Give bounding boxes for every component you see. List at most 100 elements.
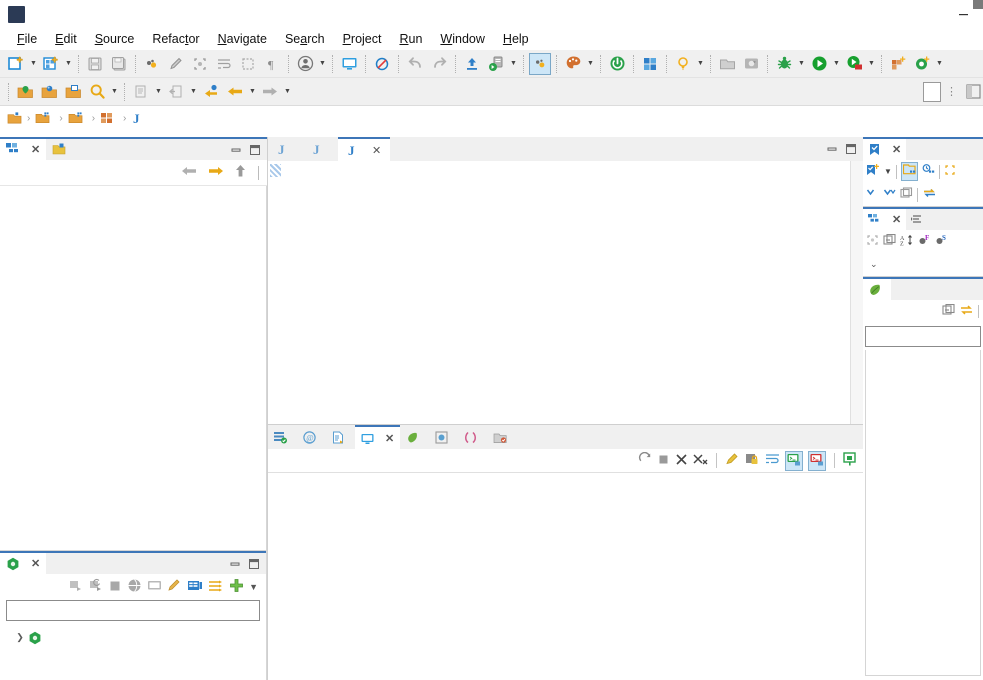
editor-tab-printspooler[interactable]: J bbox=[268, 137, 303, 161]
server-dropdown[interactable]: ▼ bbox=[508, 53, 519, 75]
menu-source[interactable]: Source bbox=[86, 30, 144, 48]
editor-fold-column[interactable] bbox=[307, 161, 319, 424]
undo-icon[interactable] bbox=[404, 53, 426, 75]
new-wizard-icon[interactable] bbox=[5, 53, 27, 75]
breadcrumb-item-src[interactable] bbox=[68, 111, 87, 125]
paragraph-icon[interactable]: ¶ bbox=[261, 53, 283, 75]
spring-explorer-filter-input[interactable] bbox=[865, 326, 981, 347]
debug-bug-icon[interactable] bbox=[773, 53, 795, 75]
user-dropdown[interactable]: ▼ bbox=[317, 53, 328, 75]
open-resource-green-icon[interactable] bbox=[14, 81, 36, 103]
new-task-icon[interactable] bbox=[866, 163, 880, 180]
tab-spring-explorer[interactable] bbox=[863, 279, 891, 300]
palette-dropdown[interactable]: ▼ bbox=[585, 53, 596, 75]
refresh-icon[interactable] bbox=[638, 451, 652, 469]
package-explorer-tree[interactable] bbox=[0, 186, 267, 550]
editor-tab-main[interactable]: J ✕ bbox=[338, 137, 391, 161]
tab-package-explorer[interactable]: ✕ bbox=[0, 139, 47, 160]
close-icon[interactable]: ✕ bbox=[372, 144, 381, 157]
console-display-icon[interactable] bbox=[338, 53, 360, 75]
chevron-right-icon[interactable]: ❯ bbox=[12, 632, 28, 643]
pin-console-icon[interactable] bbox=[808, 450, 826, 471]
breadcrumb-item-singleton[interactable] bbox=[35, 111, 54, 125]
open-type-icon[interactable] bbox=[716, 53, 738, 75]
remove-launch-icon[interactable] bbox=[675, 453, 688, 469]
remove-all-icon[interactable] bbox=[693, 453, 708, 469]
forward-arrow-icon[interactable] bbox=[206, 163, 225, 182]
hide-fields-icon[interactable]: F bbox=[918, 234, 931, 249]
perspective-icon[interactable] bbox=[639, 53, 661, 75]
view-menu-icon[interactable]: ⌄ bbox=[866, 259, 878, 270]
toggle-mark-icon[interactable] bbox=[529, 52, 551, 75]
forward-arrow-icon[interactable] bbox=[259, 81, 281, 103]
open-resource-blue-icon[interactable] bbox=[38, 81, 60, 103]
tab-console[interactable]: ✕ bbox=[355, 425, 401, 449]
restart-icon[interactable] bbox=[88, 578, 103, 596]
boot-dashboard-filter-input[interactable] bbox=[6, 600, 260, 621]
back-arrow-icon[interactable] bbox=[224, 81, 246, 103]
stop-icon[interactable] bbox=[108, 579, 122, 596]
menu-edit[interactable]: Edit bbox=[46, 30, 86, 48]
close-icon[interactable]: ✕ bbox=[892, 213, 901, 226]
properties-icon[interactable] bbox=[187, 579, 203, 596]
print-icon[interactable] bbox=[130, 81, 152, 103]
export-dropdown[interactable]: ▼ bbox=[188, 81, 199, 103]
tab-spring-annotation[interactable] bbox=[400, 425, 429, 449]
focus-icon[interactable] bbox=[189, 53, 211, 75]
save-all-icon[interactable] bbox=[108, 53, 130, 75]
collapse-all-icon[interactable] bbox=[942, 303, 955, 319]
upload-icon[interactable] bbox=[461, 53, 483, 75]
search-lightbulb-icon[interactable] bbox=[672, 53, 694, 75]
minimize-icon[interactable] bbox=[825, 143, 838, 156]
tab-minimap[interactable] bbox=[906, 209, 933, 230]
close-icon[interactable]: ✕ bbox=[31, 557, 40, 570]
tab-workspace[interactable] bbox=[487, 425, 517, 449]
menu-window[interactable]: Window bbox=[431, 30, 493, 48]
open-console-icon[interactable] bbox=[843, 452, 857, 469]
sort-icon[interactable]: AZ bbox=[900, 234, 914, 249]
minimize-icon[interactable] bbox=[229, 143, 242, 156]
tab-boot-dashboard[interactable]: ✕ bbox=[0, 553, 47, 574]
new-class-icon[interactable] bbox=[887, 53, 909, 75]
run-server-icon[interactable] bbox=[843, 53, 865, 75]
server-icon[interactable] bbox=[485, 53, 507, 75]
export-icon[interactable] bbox=[165, 81, 187, 103]
spring-explorer-tree[interactable] bbox=[865, 350, 981, 676]
forward-dropdown[interactable]: ▼ bbox=[282, 81, 293, 103]
skip-breakpoints-icon[interactable] bbox=[371, 53, 393, 75]
synchronize-icon[interactable] bbox=[922, 187, 937, 202]
quick-access-input[interactable] bbox=[923, 81, 941, 102]
editor-tab-printspoolerexception[interactable]: J bbox=[303, 137, 338, 161]
focus-task-icon[interactable] bbox=[944, 164, 956, 179]
new-annotation-dropdown[interactable]: ▼ bbox=[934, 53, 945, 75]
maximize-icon[interactable] bbox=[247, 557, 260, 570]
tab-problems[interactable] bbox=[268, 425, 297, 449]
toggle-devtools-icon[interactable] bbox=[208, 579, 224, 596]
back-marker-icon[interactable] bbox=[200, 81, 222, 103]
tab-jpa-annotation[interactable] bbox=[429, 425, 458, 449]
tab-project-explorer[interactable] bbox=[46, 139, 77, 160]
editor-code[interactable] bbox=[319, 161, 850, 424]
expand-all-icon[interactable] bbox=[883, 187, 896, 202]
new-project-dropdown[interactable]: ▼ bbox=[63, 53, 74, 75]
open-browser-icon[interactable] bbox=[127, 578, 142, 596]
collapse-all-icon[interactable] bbox=[866, 187, 879, 202]
new-annotation-icon[interactable] bbox=[911, 53, 933, 75]
link-with-editor-icon[interactable] bbox=[959, 304, 974, 319]
scheduled-presentation-icon[interactable] bbox=[922, 164, 935, 179]
hide-static-icon[interactable]: S bbox=[935, 234, 948, 249]
collapse-all-icon[interactable] bbox=[883, 233, 896, 249]
menu-help[interactable]: Help bbox=[494, 30, 538, 48]
search-icon[interactable] bbox=[86, 81, 108, 103]
run-server-dropdown[interactable]: ▼ bbox=[866, 53, 877, 75]
display-selected-console-icon[interactable] bbox=[785, 450, 803, 471]
search-dropdown[interactable]: ▼ bbox=[109, 81, 120, 103]
console-output[interactable] bbox=[268, 473, 863, 680]
maximize-icon[interactable] bbox=[844, 143, 857, 156]
open-folder-icon[interactable] bbox=[62, 81, 84, 103]
open-perspective-icon[interactable] bbox=[963, 82, 983, 102]
word-wrap-icon[interactable] bbox=[765, 452, 780, 469]
menu-project[interactable]: Project bbox=[334, 30, 391, 48]
debug-last-icon[interactable] bbox=[141, 53, 163, 75]
power-icon[interactable] bbox=[606, 53, 628, 75]
